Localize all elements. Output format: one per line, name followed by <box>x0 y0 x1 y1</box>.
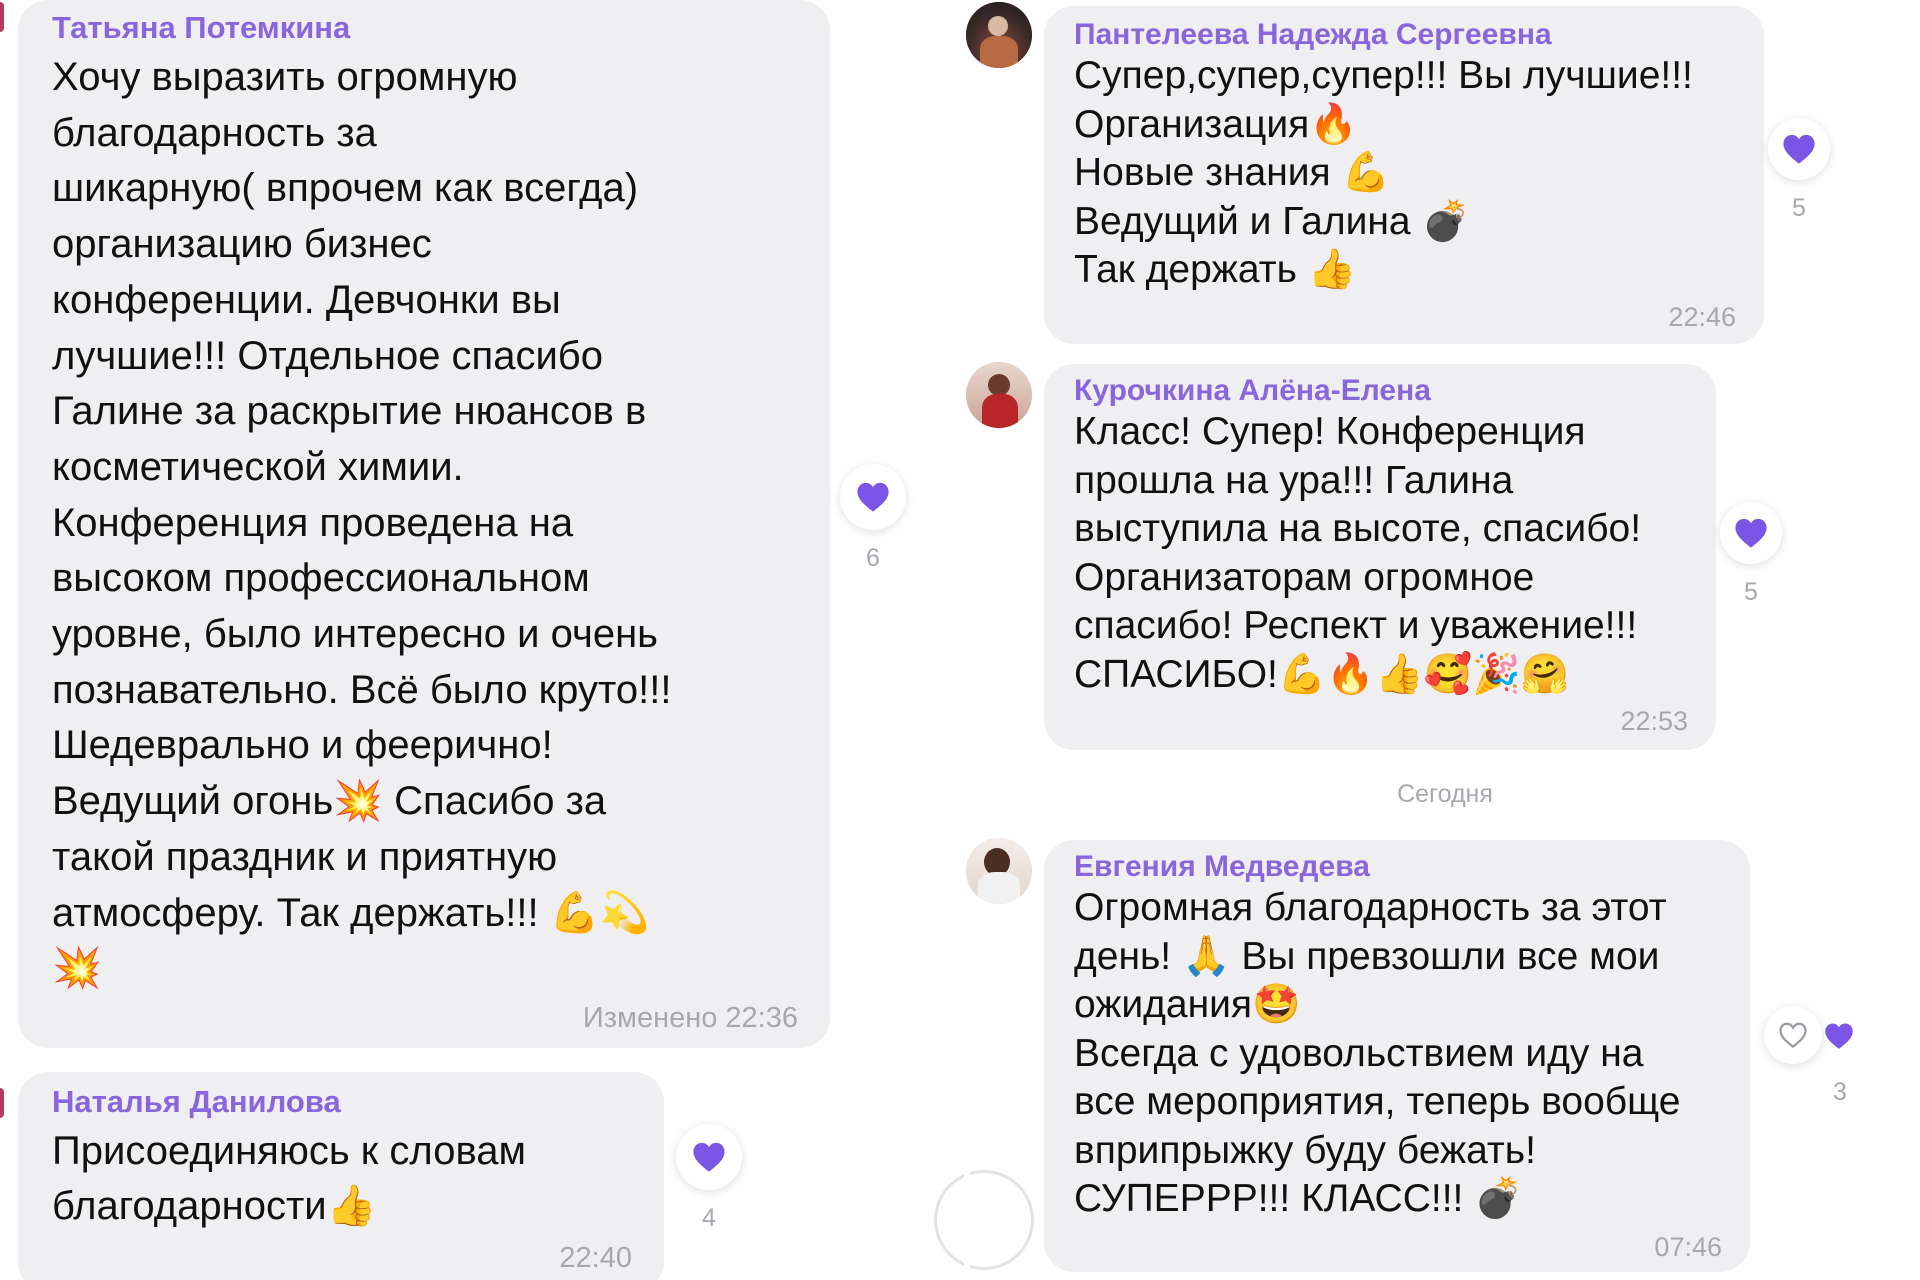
avatar-edge <box>0 1088 4 1118</box>
message-text: Огромная благодарность за этот день! 🙏 В… <box>1074 886 1681 1220</box>
reaction-count: 5 <box>1792 194 1806 222</box>
heart-icon <box>1782 133 1816 165</box>
message-time: 07:46 <box>1654 1232 1722 1262</box>
reaction-chip[interactable] <box>1824 1022 1854 1055</box>
message-bubble[interactable]: Курочкина Алёна-Елена Класс! Супер! Конф… <box>1044 364 1716 750</box>
heart-icon <box>1734 517 1768 549</box>
reaction-count: 6 <box>866 544 880 572</box>
scroll-button[interactable] <box>934 1170 1034 1270</box>
reaction-chip[interactable] <box>676 1124 742 1190</box>
message-text: Супер,супер,супер!!! Вы лучшие!!! Органи… <box>1074 54 1693 291</box>
column-divider <box>964 1160 970 1280</box>
message-time: 22:40 <box>559 1242 632 1274</box>
sender-name[interactable]: Евгения Медведева <box>1074 850 1370 884</box>
avatar-edge <box>0 2 4 32</box>
reaction-count: 4 <box>702 1204 716 1232</box>
heart-icon <box>692 1141 726 1173</box>
avatar[interactable] <box>966 838 1032 904</box>
message-text: Класс! Супер! Конференция прошла на ура!… <box>1074 410 1642 696</box>
reaction-chip[interactable] <box>1720 502 1782 564</box>
sender-name[interactable]: Татьяна Потемкина <box>52 10 350 46</box>
heart-icon <box>1824 1022 1854 1050</box>
heart-icon <box>856 481 890 513</box>
message-time: 22:53 <box>1620 706 1688 736</box>
reaction-count: 3 <box>1833 1078 1847 1106</box>
message-bubble[interactable]: Наталья Данилова Присоединяюсь к словам … <box>18 1072 664 1280</box>
reaction-chip[interactable] <box>840 464 906 530</box>
message-time: Изменено 22:36 <box>582 1002 798 1034</box>
sender-name[interactable]: Наталья Данилова <box>52 1084 341 1120</box>
message-bubble[interactable]: Татьяна Потемкина Хочу выразить огромную… <box>18 0 830 1048</box>
add-reaction-button[interactable] <box>1764 1006 1822 1064</box>
date-separator: Сегодня <box>1397 780 1493 808</box>
reaction-chip[interactable] <box>1768 118 1830 180</box>
reaction-count: 5 <box>1744 578 1758 606</box>
right-panel: Пантелеева Надежда Сергеевна Супер,супер… <box>964 0 1920 1280</box>
sender-name[interactable]: Курочкина Алёна-Елена <box>1074 374 1431 408</box>
sender-name[interactable]: Пантелеева Надежда Сергеевна <box>1074 18 1552 52</box>
avatar[interactable] <box>966 2 1032 68</box>
message-text: Присоединяюсь к словам благодарности👍 <box>52 1129 526 1228</box>
avatar[interactable] <box>966 362 1032 428</box>
message-text: Хочу выразить огромную благодарность за … <box>52 55 672 991</box>
left-panel: Татьяна Потемкина Хочу выразить огромную… <box>0 0 964 1280</box>
heart-outline-icon <box>1778 1021 1808 1049</box>
message-time: 22:46 <box>1668 302 1736 332</box>
message-bubble[interactable]: Евгения Медведева Огромная благодарность… <box>1044 840 1750 1272</box>
message-bubble[interactable]: Пантелеева Надежда Сергеевна Супер,супер… <box>1044 6 1764 344</box>
